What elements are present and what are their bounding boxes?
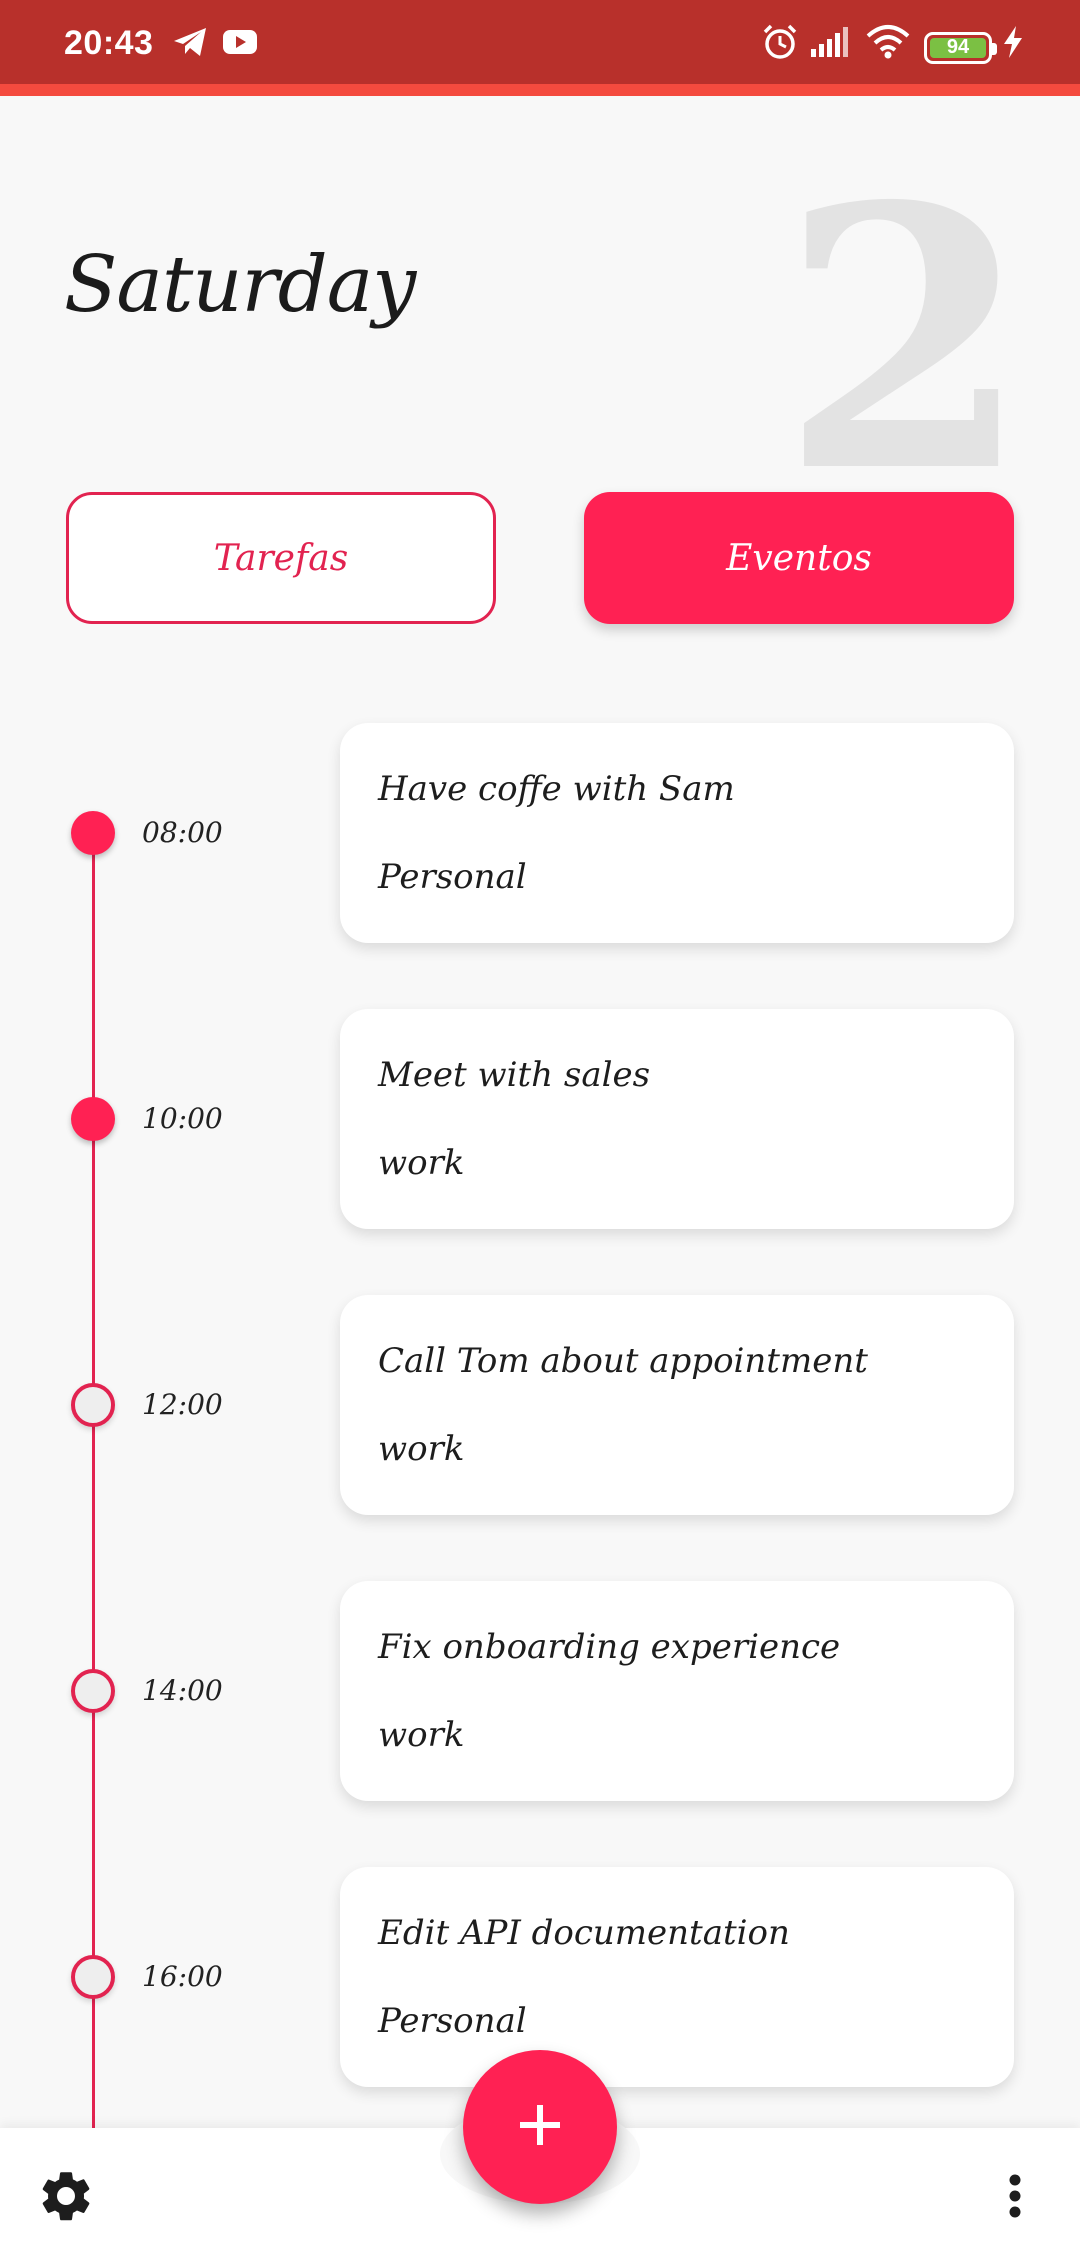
status-bar: 20:43 94 [0,0,1080,96]
plus-icon [516,2101,564,2153]
day-number-watermark: 2 [780,128,1031,551]
youtube-icon [220,22,260,62]
event-card[interactable]: Have coffe with Sam Personal [340,723,1014,943]
timeline-dot-pending [71,1383,115,1427]
event-category: work [378,1429,465,1469]
timeline-dot-pending [71,1669,115,1713]
event-time: 08:00 [142,816,223,849]
event-title: Edit API documentation [378,1913,790,1953]
event-category: work [378,1715,465,1755]
timeline-line [92,854,95,2128]
charging-icon [998,22,1028,62]
tab-tasks[interactable]: Tarefas [66,492,496,624]
event-category: Personal [378,2001,527,2041]
timeline-dot-pending [71,1955,115,1999]
event-card[interactable]: Meet with sales work [340,1009,1014,1229]
alarm-icon [758,22,802,62]
event-title: Call Tom about appointment [378,1341,868,1381]
event-card[interactable]: Edit API documentation Personal [340,1867,1014,2087]
event-category: work [378,1143,465,1183]
timeline-dot-done [71,811,115,855]
add-event-button[interactable] [463,2050,617,2204]
tab-events[interactable]: Eventos [584,492,1014,624]
battery-icon: 94 [924,32,997,64]
event-category: Personal [378,857,527,897]
telegram-icon [170,22,210,62]
signal-icon [808,22,852,62]
battery-level: 94 [946,36,970,58]
gear-icon[interactable] [30,2160,102,2232]
event-time: 14:00 [142,1674,223,1707]
event-card[interactable]: Fix onboarding experience work [340,1581,1014,1801]
event-time: 16:00 [142,1960,223,1993]
wifi-icon [864,22,912,62]
event-time: 10:00 [142,1102,223,1135]
status-bar-accent [0,84,1080,96]
event-title: Have coffe with Sam [378,769,735,809]
more-vertical-icon[interactable] [990,2160,1040,2232]
event-card[interactable]: Call Tom about appointment work [340,1295,1014,1515]
page-title: Saturday [64,240,416,330]
event-time: 12:00 [142,1388,223,1421]
event-title: Meet with sales [378,1055,651,1095]
event-title: Fix onboarding experience [378,1627,841,1667]
timeline-dot-done [71,1097,115,1141]
status-time: 20:43 [64,24,154,62]
